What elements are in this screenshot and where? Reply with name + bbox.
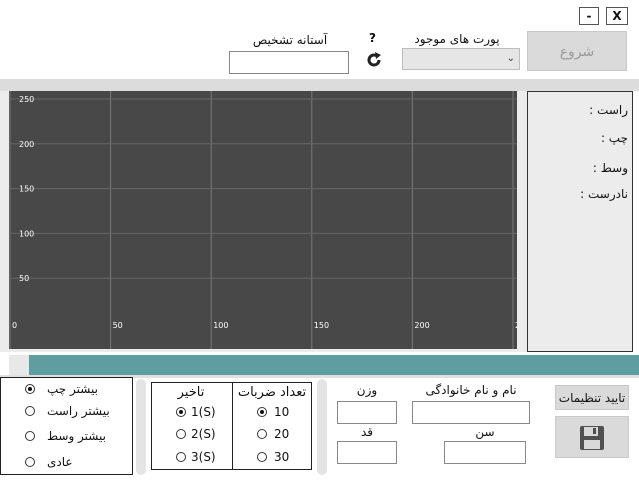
y-tick-label: 150 (19, 185, 34, 194)
x-tick-label: 100 (213, 321, 228, 330)
results-panel: راست : چپ : وسط : نادرست : (527, 91, 633, 352)
y-tick-label: 100 (19, 229, 34, 238)
confirm-settings-button[interactable]: تایید تنظیمات (555, 385, 629, 410)
chart-canvas: 05010015020025050100150200250 (9, 91, 530, 349)
radio-icon[interactable] (176, 407, 186, 417)
bias-option-left[interactable]: بیشتر چپ (25, 382, 98, 396)
save-button[interactable] (555, 416, 629, 458)
top-separator (0, 79, 639, 91)
progress-left-cap (9, 355, 29, 375)
y-tick-label: 250 (19, 95, 34, 104)
minimize-button[interactable]: - (579, 7, 599, 25)
threshold-input[interactable] (229, 51, 349, 74)
x-tick-label: 150 (314, 321, 329, 330)
hits-group: تعداد ضربات 10 20 30 (232, 382, 312, 470)
progress-bar (29, 355, 639, 375)
close-button[interactable]: X (606, 7, 628, 25)
weight-input[interactable] (337, 401, 397, 424)
y-tick-label: 200 (19, 140, 34, 149)
delay-option-1[interactable]: 1(S) (176, 405, 216, 419)
age-label: سن (475, 425, 495, 439)
hits-option-10[interactable]: 10 (257, 405, 289, 419)
radio-icon[interactable] (25, 457, 35, 467)
wrong-count-label: نادرست : (580, 187, 628, 201)
delay-option-2[interactable]: 2(S) (176, 427, 216, 441)
start-button[interactable]: شروع (527, 31, 627, 71)
ports-select[interactable]: ⌄ (402, 48, 520, 70)
chart: 05010015020025050100150200250 (9, 91, 530, 349)
x-tick-label: 50 (113, 321, 123, 330)
threshold-label: آستانه تشخیص (252, 33, 328, 47)
bias-option-right[interactable]: بیشتر راست (25, 404, 110, 418)
left-scrollbar[interactable] (136, 379, 146, 475)
height-input[interactable] (337, 441, 397, 464)
name-label: نام و نام خانوادگی (425, 383, 517, 397)
middle-count-label: وسط : (592, 161, 628, 175)
radio-icon[interactable] (25, 384, 35, 394)
bias-group: بیشتر چپ بیشتر راست بیشتر وسط عادی (0, 377, 133, 475)
x-tick-label: 0 (12, 321, 17, 330)
delay-group: تاخیر 1(S) 2(S) 3(S) (151, 382, 233, 470)
radio-icon[interactable] (25, 406, 35, 416)
radio-icon[interactable] (257, 407, 267, 417)
refresh-icon[interactable] (364, 50, 384, 70)
help-icon[interactable]: ? (369, 31, 376, 45)
radio-icon[interactable] (176, 429, 186, 439)
chart-gutter (517, 91, 527, 349)
delay-title: تاخیر (177, 385, 205, 400)
age-input[interactable] (444, 441, 526, 464)
hits-title: تعداد ضربات (237, 385, 307, 400)
x-tick-label: 200 (414, 321, 429, 330)
right-count-label: راست : (589, 103, 628, 117)
name-input[interactable] (412, 401, 530, 424)
weight-label: وزن (356, 383, 378, 397)
bias-option-normal[interactable]: عادی (25, 455, 73, 469)
bias-option-middle[interactable]: بیشتر وسط (25, 429, 106, 443)
chevron-down-icon: ⌄ (506, 53, 515, 64)
middle-scrollbar[interactable] (317, 379, 327, 475)
hits-option-20[interactable]: 20 (257, 427, 289, 441)
y-tick-label: 50 (19, 274, 29, 283)
radio-icon[interactable] (257, 429, 267, 439)
radio-icon[interactable] (25, 431, 35, 441)
left-count-label: چپ : (600, 131, 628, 145)
radio-icon[interactable] (176, 452, 186, 462)
hits-option-30[interactable]: 30 (257, 450, 289, 464)
radio-icon[interactable] (257, 452, 267, 462)
ports-label: پورت های موجود (414, 32, 500, 46)
right-edge (633, 91, 639, 352)
delay-option-3[interactable]: 3(S) (176, 450, 216, 464)
height-label: قد (360, 425, 374, 439)
save-icon (580, 426, 604, 450)
